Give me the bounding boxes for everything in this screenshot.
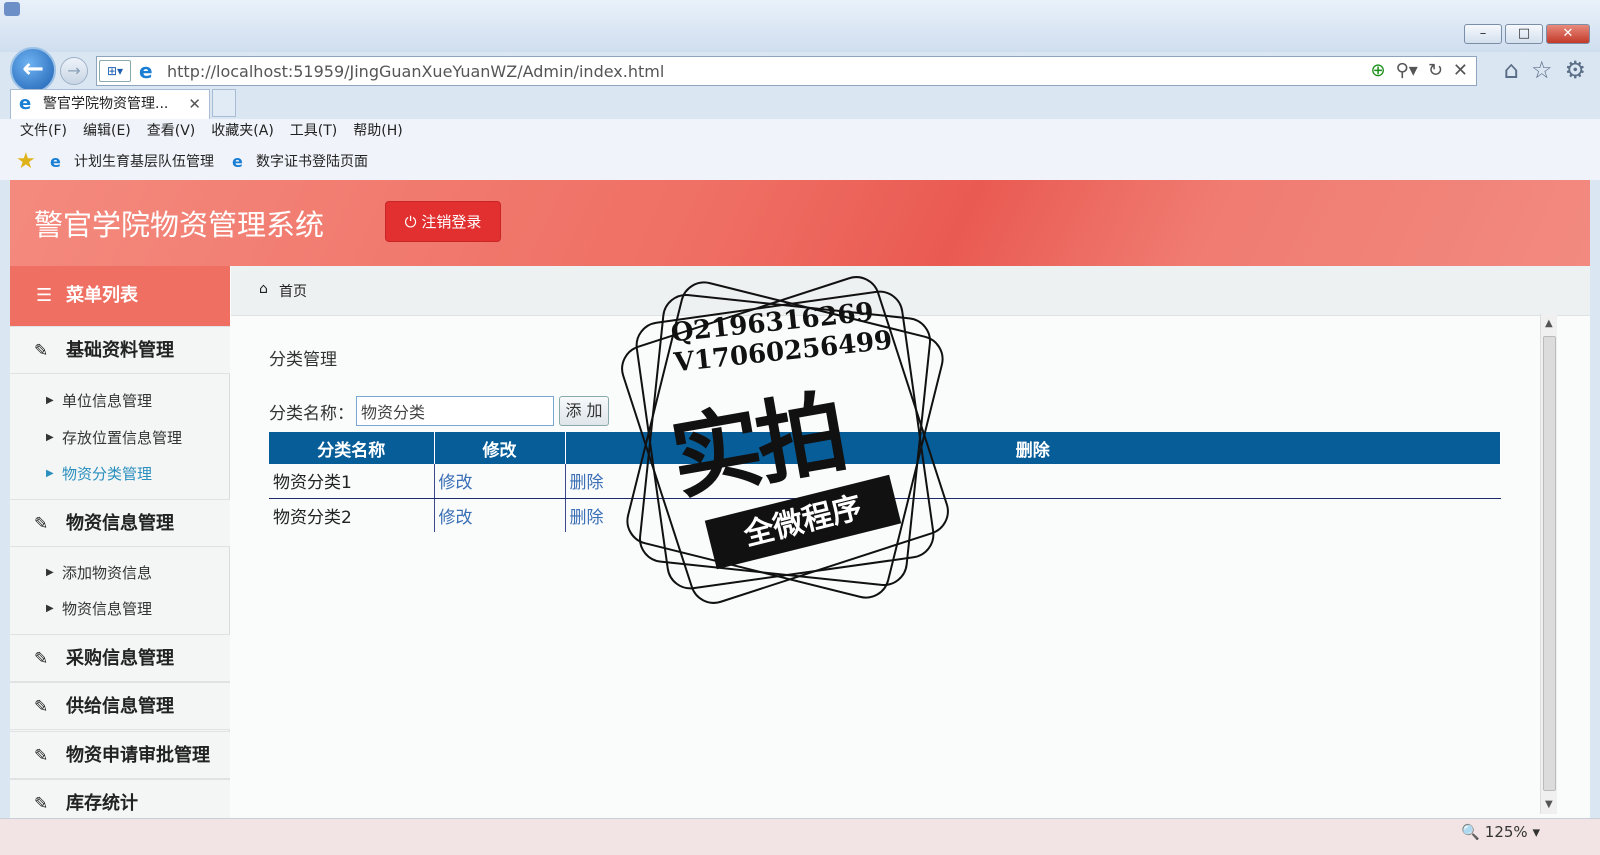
ie-fav-icon: e	[50, 152, 61, 171]
window-titlebar: – □ ✕	[0, 0, 1600, 52]
category-table: 分类名称 修改 删除 物资分类1 修改 删除 物资分类2 修改 删除	[269, 432, 1501, 532]
sidebar-header: ☰ 菜单列表	[10, 266, 230, 326]
favorite-link[interactable]: e 数字证书登陆页面	[232, 144, 368, 180]
tab-close-icon[interactable]: ✕	[188, 90, 201, 118]
category-name-cell: 物资分类1	[269, 464, 434, 499]
page-viewport: 警官学院物资管理系统 ⏻ 注销登录 ☰ 菜单列表 ✎ 基础资料管理 ▶ 单位信息…	[10, 180, 1590, 832]
sidebar-item-add-material[interactable]: ▶ 添加物资信息	[10, 558, 230, 588]
forward-button[interactable]: →	[60, 57, 88, 85]
power-icon: ⏻	[404, 213, 417, 231]
refresh-icon[interactable]: ↻	[1428, 60, 1443, 81]
sidebar-item-unit[interactable]: ▶ 单位信息管理	[10, 386, 230, 416]
edit-icon: ✎	[34, 697, 49, 717]
home-icon[interactable]: ⌂	[259, 281, 268, 297]
address-tools: ⊕ ⚲▾ ↻ ✕	[1371, 60, 1469, 81]
back-button[interactable]: ←	[10, 47, 56, 93]
menu-edit[interactable]: 编辑(E)	[83, 119, 131, 144]
table-header-row: 分类名称 修改 删除	[269, 432, 1501, 464]
browser-right-tools: ⌂ ☆ ⚙	[1504, 56, 1586, 84]
scroll-thumb[interactable]	[1543, 336, 1556, 791]
table-row: 物资分类2 修改 删除	[269, 498, 1501, 532]
zoom-level[interactable]: 🔍 125% ▾	[1461, 823, 1540, 841]
scroll-down-icon[interactable]: ▼	[1545, 799, 1553, 810]
col-header-delete: 删除	[565, 432, 1501, 464]
sidebar-group-approval[interactable]: ✎ 物资申请审批管理	[10, 731, 230, 779]
browser-tab[interactable]: e 警官学院物资管理... ✕	[10, 89, 210, 119]
minimize-button[interactable]: –	[1464, 24, 1502, 44]
col-header-name: 分类名称	[269, 432, 435, 464]
menu-tools[interactable]: 工具(T)	[290, 119, 337, 144]
sidebar-item-location[interactable]: ▶ 存放位置信息管理	[10, 423, 230, 453]
sidebar-group-material[interactable]: ✎ 物资信息管理	[10, 499, 230, 547]
logout-button[interactable]: ⏻ 注销登录	[385, 201, 501, 242]
favorite-link[interactable]: e 计划生育基层队伍管理	[50, 144, 214, 180]
breadcrumb-home[interactable]: 首页	[279, 281, 307, 301]
menu-view[interactable]: 查看(V)	[147, 119, 196, 144]
compat-badge-icon[interactable]: ⊕	[1371, 60, 1386, 81]
sidebar-item-category[interactable]: ▶ 物资分类管理	[10, 459, 230, 489]
maximize-button[interactable]: □	[1505, 24, 1543, 44]
caret-right-icon: ▶	[46, 432, 54, 443]
delete-link[interactable]: 删除	[564, 464, 1501, 499]
col-header-edit: 修改	[434, 432, 566, 464]
new-tab-button[interactable]	[212, 89, 236, 117]
caret-right-icon: ▶	[46, 603, 54, 614]
app-header: 警官学院物资管理系统 ⏻ 注销登录	[10, 180, 1590, 266]
main-content: 分类管理 分类名称： 添 加 分类名称 修改 删除 物资分类1 修改 删除 物资…	[231, 317, 1541, 832]
caret-right-icon: ▶	[46, 395, 54, 406]
menu-favorites[interactable]: 收藏夹(A)	[211, 119, 274, 144]
category-name-input[interactable]	[356, 396, 554, 426]
window-controls: – □ ✕	[1464, 24, 1590, 44]
status-bar: 🔍 125% ▾	[0, 818, 1600, 855]
settings-gear-icon[interactable]: ⚙	[1564, 56, 1586, 84]
sidebar-group-basic[interactable]: ✎ 基础资料管理	[10, 326, 230, 374]
menu-help[interactable]: 帮助(H)	[353, 119, 402, 144]
sidebar-group-purchase[interactable]: ✎ 采购信息管理	[10, 634, 230, 682]
edit-icon: ✎	[34, 341, 49, 361]
section-title: 分类管理	[269, 350, 337, 370]
favorites-bar: ★ e 计划生育基层队伍管理 e 数字证书登陆页面	[0, 144, 1600, 180]
favorites-star-icon[interactable]: ★	[16, 144, 36, 180]
compat-view-icon[interactable]: ⊞▾	[99, 60, 131, 82]
ie-page-icon: e	[139, 59, 153, 83]
category-name-label: 分类名称：	[269, 404, 354, 424]
add-button[interactable]: 添 加	[559, 396, 609, 426]
ie-tab-icon: e	[19, 93, 32, 114]
scroll-up-icon[interactable]: ▲	[1545, 318, 1553, 329]
edit-link[interactable]: 修改	[433, 498, 565, 532]
app-title: 警官学院物资管理系统	[34, 208, 325, 242]
edit-icon: ✎	[34, 746, 49, 766]
vertical-scrollbar[interactable]: ▲ ▼	[1540, 314, 1557, 814]
ie-fav-icon: e	[232, 152, 243, 171]
url-text[interactable]: http://localhost:51959/JingGuanXueYuanWZ…	[167, 62, 664, 81]
edit-icon: ✎	[34, 514, 49, 534]
close-window-button[interactable]: ✕	[1546, 24, 1590, 44]
caret-right-icon: ▶	[46, 468, 54, 479]
breadcrumb: ⌂ 首页	[231, 266, 1590, 316]
delete-link[interactable]: 删除	[564, 498, 1501, 532]
edit-link[interactable]: 修改	[433, 464, 565, 499]
tab-row: e 警官学院物资管理... ✕	[0, 89, 1600, 119]
stop-icon[interactable]: ✕	[1453, 60, 1468, 81]
caret-right-icon: ▶	[46, 567, 54, 578]
edit-icon: ✎	[34, 649, 49, 669]
tab-title: 警官学院物资管理...	[43, 96, 169, 112]
address-bar[interactable]: ⊞▾ e http://localhost:51959/JingGuanXueY…	[96, 56, 1477, 86]
category-name-cell: 物资分类2	[273, 507, 352, 528]
sidebar: ☰ 菜单列表 ✎ 基础资料管理 ▶ 单位信息管理 ▶ 存放位置信息管理 ▶ 物资…	[10, 266, 230, 832]
search-icon[interactable]: ⚲▾	[1396, 60, 1418, 81]
list-icon: ☰	[36, 285, 53, 306]
menu-bar: 文件(F) 编辑(E) 查看(V) 收藏夹(A) 工具(T) 帮助(H)	[0, 119, 1600, 144]
table-row: 物资分类1 修改 删除	[269, 464, 1501, 499]
home-icon[interactable]: ⌂	[1504, 56, 1519, 84]
menu-file[interactable]: 文件(F)	[20, 119, 67, 144]
app-icon	[4, 2, 20, 16]
favorites-star-icon[interactable]: ☆	[1531, 56, 1553, 84]
sidebar-group-supply[interactable]: ✎ 供给信息管理	[10, 682, 230, 730]
sidebar-item-material-manage[interactable]: ▶ 物资信息管理	[10, 594, 230, 624]
